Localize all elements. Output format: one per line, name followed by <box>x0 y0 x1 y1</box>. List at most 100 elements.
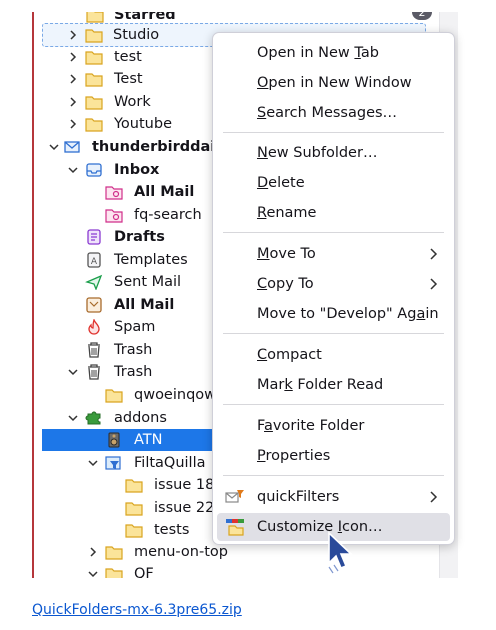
menu-item-label: Delete <box>257 175 305 191</box>
menu-item-open-new-window[interactable]: Open in New Window <box>217 69 450 97</box>
archive-icon <box>85 297 103 313</box>
folder-label: addons <box>114 410 167 426</box>
filter-folder-icon <box>105 455 123 471</box>
folder-label: Test <box>114 71 143 87</box>
menu-item-open-new-tab[interactable]: Open in New Tab <box>217 39 450 67</box>
folder-label: menu-on-top <box>134 544 228 560</box>
menu-item-delete[interactable]: Delete <box>217 169 450 197</box>
menu-item-mark-folder-read[interactable]: Mark Folder Read <box>217 371 450 399</box>
menu-item-label: Compact <box>257 347 322 363</box>
menu-item-label: Customize Icon… <box>257 519 383 535</box>
folder-icon <box>85 116 103 132</box>
drafts-icon <box>85 229 103 245</box>
folder-label: All Mail <box>134 184 195 200</box>
speaker-icon <box>105 432 123 448</box>
chevron-down-icon[interactable] <box>67 412 79 424</box>
menu-item-label: Open in New Tab <box>257 45 379 61</box>
folder-label: FiltaQuilla <box>134 455 206 471</box>
menu-separator <box>223 475 444 476</box>
menu-separator <box>223 404 444 405</box>
folder-label: Drafts <box>114 229 165 245</box>
menu-item-new-subfolder[interactable]: New Subfolder… <box>217 139 450 167</box>
menu-item-label: Move To <box>257 246 316 262</box>
menu-item-favorite-folder[interactable]: Favorite Folder <box>217 412 450 440</box>
trash-icon <box>85 364 103 380</box>
folder-label: test <box>114 49 142 65</box>
menu-item-label: Copy To <box>257 276 314 292</box>
chevron-right-icon[interactable] <box>67 73 79 85</box>
folder-label: Studio <box>113 27 160 43</box>
menu-separator <box>223 232 444 233</box>
mail-account-icon <box>64 139 82 155</box>
folder-label: ATN <box>134 432 163 448</box>
menu-item-compact[interactable]: Compact <box>217 341 450 369</box>
folder-label: Starred <box>114 12 176 23</box>
submenu-arrow-icon <box>430 491 438 503</box>
submenu-arrow-icon <box>430 248 438 260</box>
folder-context-menu: Open in New Tab Open in New Window Searc… <box>212 32 455 545</box>
menu-item-label: Move to "Develop" Again <box>257 306 439 322</box>
submenu-arrow-icon <box>430 278 438 290</box>
menu-item-quickfilters[interactable]: quickFilters <box>217 483 450 511</box>
chevron-right-icon[interactable] <box>67 118 79 130</box>
menu-item-search-messages[interactable]: Search Messages… <box>217 99 450 127</box>
chevron-right-icon[interactable] <box>67 51 79 63</box>
folder-label: Sent Mail <box>114 274 182 290</box>
trash-icon <box>85 342 103 358</box>
virtual-folder-icon <box>105 184 123 200</box>
chevron-right-icon[interactable] <box>67 29 79 41</box>
chevron-right-icon[interactable] <box>67 96 79 108</box>
chevron-down-icon[interactable] <box>87 457 99 469</box>
folder-row[interactable]: QF <box>42 563 450 578</box>
chevron-down-icon[interactable] <box>67 366 79 378</box>
unread-badge: 2 <box>412 12 432 20</box>
folder-label: Work <box>114 94 151 110</box>
menu-item-rename[interactable]: Rename <box>217 199 450 227</box>
inbox-icon <box>85 162 103 178</box>
chevron-down-icon[interactable] <box>87 568 99 578</box>
menu-item-move-again[interactable]: Move to "Develop" Again <box>217 300 450 328</box>
folder-label: tests <box>154 522 190 538</box>
folder-icon <box>85 49 103 65</box>
chevron-down-icon[interactable] <box>67 164 79 176</box>
folder-label: qwoeinqow <box>134 387 217 403</box>
folder-label: QF <box>134 566 154 578</box>
quickfilters-icon <box>225 490 244 503</box>
folder-label: Trash <box>114 364 153 380</box>
menu-separator <box>223 333 444 334</box>
menu-item-properties[interactable]: Properties <box>217 442 450 470</box>
menu-item-copy-to[interactable]: Copy To <box>217 270 450 298</box>
menu-item-move-to[interactable]: Move To <box>217 240 450 268</box>
download-link[interactable]: QuickFolders-mx-6.3pre65.zip <box>32 602 242 618</box>
folder-label: Youtube <box>114 116 172 132</box>
sent-icon <box>85 274 103 290</box>
menu-item-label: New Subfolder… <box>257 145 378 161</box>
menu-item-label: Search Messages… <box>257 105 398 121</box>
folder-icon <box>105 566 123 578</box>
menu-item-label: Properties <box>257 448 331 464</box>
puzzle-icon <box>85 409 103 425</box>
templates-icon: A <box>85 252 103 268</box>
folder-icon <box>125 522 143 538</box>
folder-icon <box>85 27 103 43</box>
customize-icon-icon <box>226 519 244 536</box>
spam-icon <box>85 319 103 335</box>
folder-label: All Mail <box>114 297 175 313</box>
menu-item-label: Open in New Window <box>257 75 412 91</box>
menu-item-label: Rename <box>257 205 317 221</box>
folder-label: fq-search <box>134 207 202 223</box>
folder-icon <box>125 477 143 493</box>
folder-label: Templates <box>114 252 188 268</box>
menu-item-label: quickFilters <box>257 489 340 505</box>
menu-item-label: Mark Folder Read <box>257 377 384 393</box>
virtual-folder-icon <box>105 207 123 223</box>
folder-icon <box>105 544 123 560</box>
chevron-right-icon[interactable] <box>87 546 99 558</box>
folder-label: Trash <box>114 342 153 358</box>
chevron-down-icon[interactable] <box>48 141 60 153</box>
folder-icon <box>105 387 123 403</box>
folder-icon <box>125 500 143 516</box>
menu-separator <box>223 132 444 133</box>
menu-item-label: Favorite Folder <box>257 418 365 434</box>
folder-icon <box>85 71 103 87</box>
